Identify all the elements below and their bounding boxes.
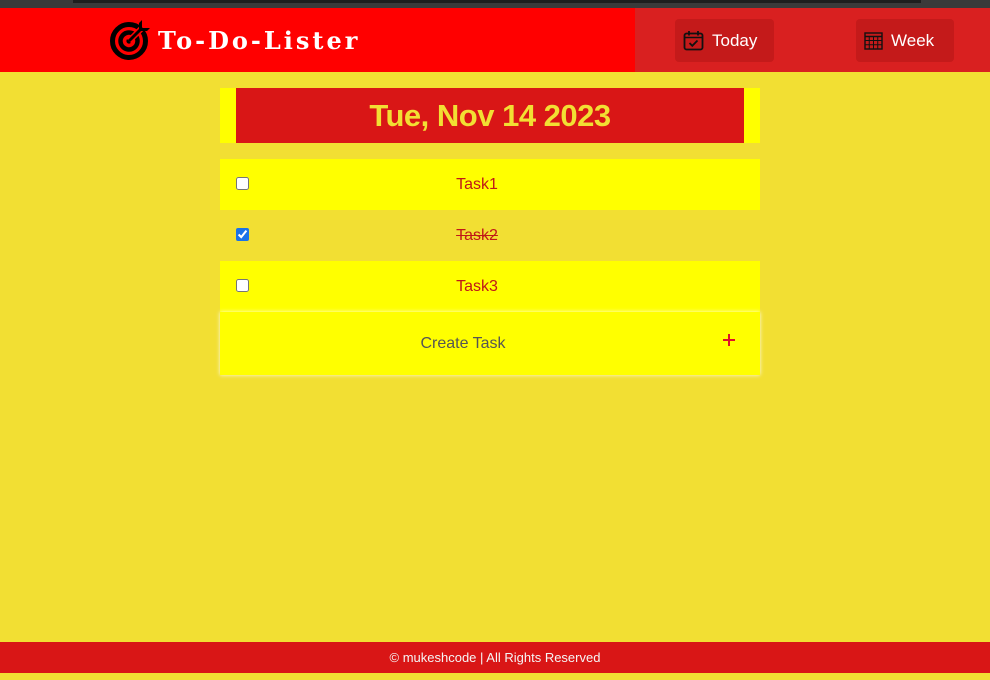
brand[interactable]: To-Do-Lister — [109, 19, 360, 61]
week-label: Week — [891, 30, 935, 50]
calendar-grid-icon — [864, 32, 883, 50]
create-task-label: Create Task — [420, 335, 506, 352]
create-task-button[interactable]: Create Task — [220, 312, 760, 375]
top-strip — [0, 0, 990, 8]
date-heading: Tue, Nov 14 2023 — [236, 88, 744, 143]
task-label: Task1 — [456, 176, 498, 193]
app-title: To-Do-Lister — [158, 25, 361, 55]
plus-icon — [723, 334, 735, 346]
calendar-check-icon — [683, 31, 704, 51]
footer: © mukeshcode | All Rights Reserved — [0, 642, 990, 673]
task-row[interactable]: Task1 — [220, 159, 760, 210]
task-row[interactable]: Task2 — [220, 210, 760, 261]
task-label: Task2 — [456, 227, 498, 244]
task-label: Task3 — [456, 278, 498, 295]
top-strip-bar — [73, 0, 921, 3]
target-icon — [110, 20, 150, 60]
footer-text: © mukeshcode | All Rights Reserved — [389, 650, 601, 665]
today-label: Today — [712, 30, 758, 50]
week-button[interactable]: Week — [856, 19, 954, 62]
task-row[interactable]: Task3 — [220, 261, 760, 312]
today-button[interactable]: Today — [675, 19, 774, 62]
date-band: Tue, Nov 14 2023 — [220, 88, 760, 143]
app-header: To-Do-Lister Today Week — [0, 8, 990, 72]
